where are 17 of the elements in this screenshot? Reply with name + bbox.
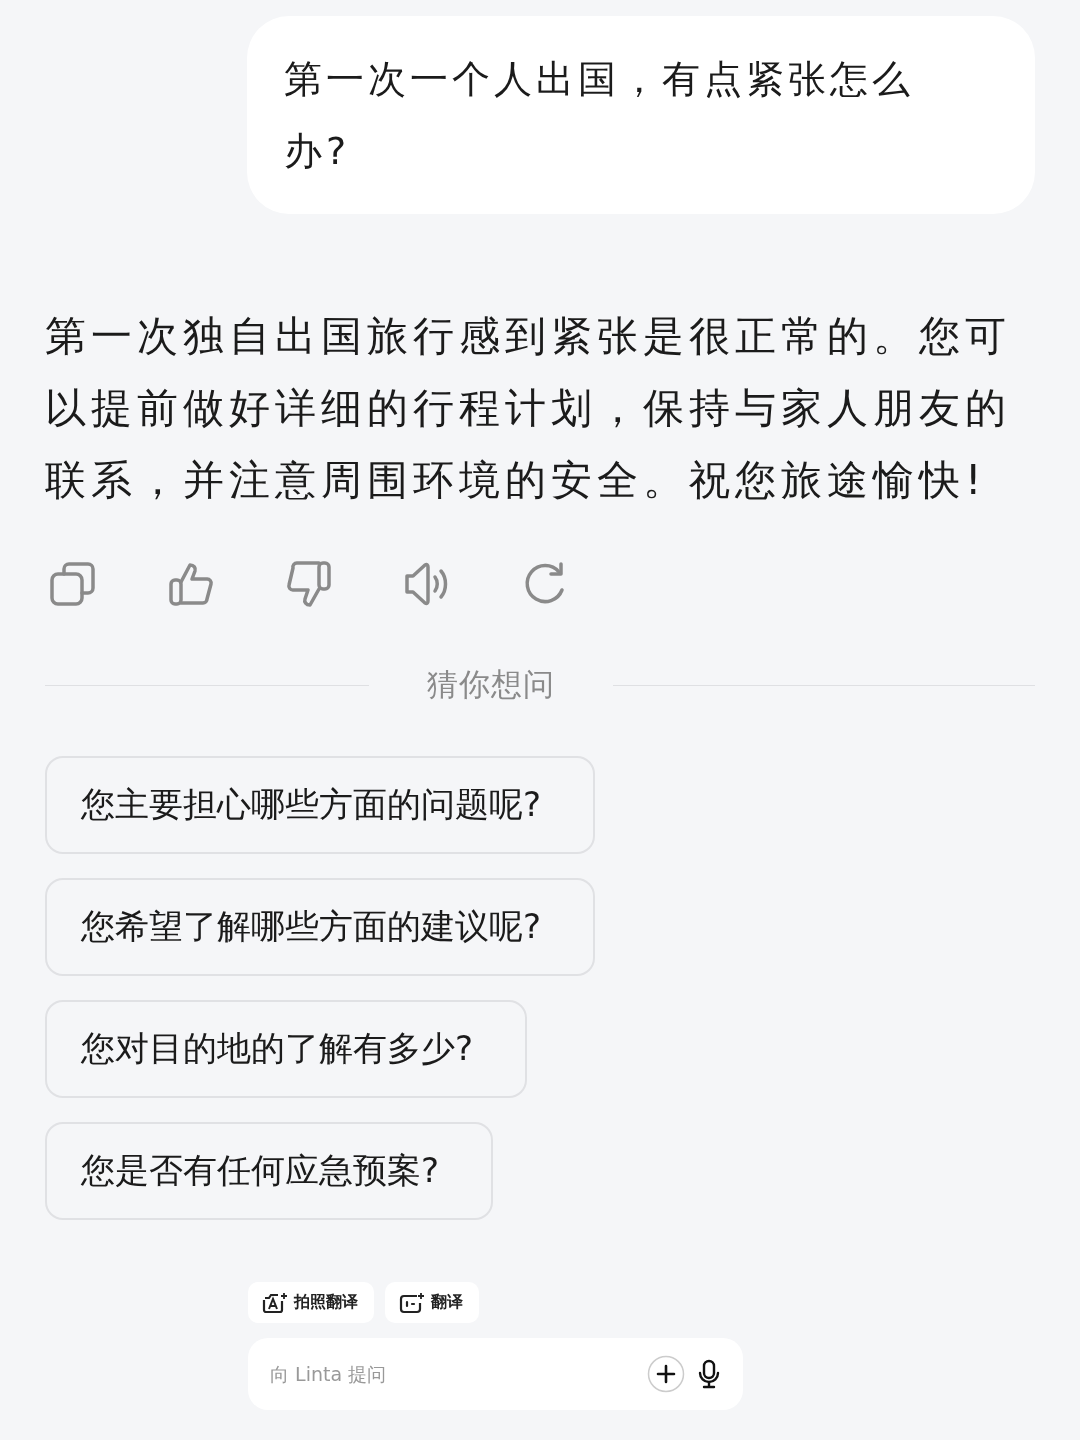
microphone-icon[interactable] — [697, 1359, 721, 1389]
message-input[interactable]: 向 Linta 提问 — [268, 1362, 635, 1386]
translate-button[interactable]: 翻译 — [385, 1282, 479, 1323]
photo-translate-button[interactable]: 拍照翻译 — [248, 1282, 374, 1323]
reply-text: 第一次独自出国旅行感到紧张是很正常的。您可以提前做好详细的行程计划，保持与家人朋友的联系，并注意周围环境的安全。祝您旅途愉快! — [45, 311, 1012, 506]
suggestion-chip[interactable]: 您希望了解哪些方面的建议呢? — [45, 878, 596, 976]
user-message: 第一次一个人出国，有点紧张怎么办? — [247, 16, 1035, 214]
suggestion-chip[interactable]: 您主要担心哪些方面的问题呢? — [45, 756, 596, 854]
suggestion-chip[interactable]: 您是否有任何应急预案? — [45, 1122, 494, 1220]
camera-text-icon — [262, 1291, 288, 1314]
thumbs-up-icon[interactable] — [167, 560, 215, 608]
suggestion-chip[interactable]: 您对目的地的了解有多少? — [45, 1000, 528, 1098]
robot-face-icon — [399, 1291, 425, 1314]
thumbs-down-icon[interactable] — [285, 560, 333, 608]
copy-icon[interactable] — [49, 560, 97, 608]
suggestions-heading: 猜你想问 — [427, 665, 556, 704]
add-icon[interactable] — [647, 1355, 685, 1393]
